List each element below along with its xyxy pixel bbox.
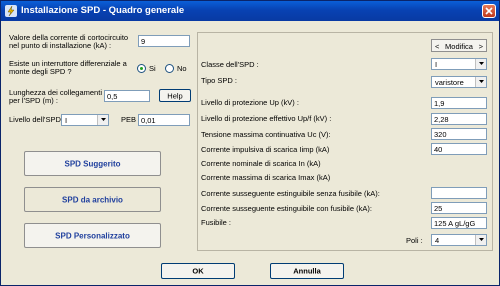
spd-suggerito-button[interactable]: SPD Suggerito [24,151,161,176]
ok-button-label: OK [192,266,204,276]
chevron-down-icon [479,80,484,83]
fusibile-label: Fusibile : [201,218,232,227]
up-label: Livello di protezione Up (kV) : [201,98,299,107]
uc-input[interactable]: 320 [431,128,487,140]
spd-archivio-button[interactable]: SPD da archivio [24,187,161,212]
radio-no-label: No [177,64,187,73]
upf-label: Livello di protezione effettivo Up/f (kV… [201,114,332,123]
upf-input[interactable]: 2,28 [431,113,487,125]
corrente-cortocircuito-input[interactable]: 9 [138,35,190,47]
lightning-icon [5,5,17,17]
poli-label: Poli : [406,236,423,245]
iimp-input[interactable]: 40 [431,143,487,155]
con-fusibile-input[interactable]: 25 [431,202,487,214]
radio-si[interactable] [137,64,146,73]
peb-label: PEB [121,115,137,124]
tipo-label: Tipo SPD : [201,76,237,85]
window-title: Installazione SPD - Quadro generale [21,5,185,16]
window: Installazione SPD - Quadro generale Valo… [0,0,500,286]
peb-input[interactable]: 0,01 [138,114,190,126]
title-bar: Installazione SPD - Quadro generale [1,1,499,21]
senza-fusibile-label: Corrente susseguente estinguibile senza … [201,189,380,198]
interruttore-label-line2: monte degli SPD ? [9,67,72,76]
radio-si-label: Si [149,64,156,73]
livello-select-value: I [65,116,68,125]
annulla-button[interactable]: Annulla [270,263,344,279]
classe-dropdown-arrow[interactable] [475,59,486,69]
classe-label: Classe dell'SPD : [201,60,259,69]
chevron-down-icon [479,62,484,65]
imax-label: Corrente massima di scarica Imax (kA) [201,173,331,182]
radio-no[interactable] [165,64,174,73]
classe-select-value: I [435,60,438,69]
spd-personalizzato-button[interactable]: SPD Personalizzato [24,223,161,248]
annulla-button-label: Annulla [293,266,321,276]
modifica-nav[interactable]: < Modifica > [431,39,487,52]
con-fusibile-label: Corrente susseguente estinguibile con fu… [201,204,372,213]
livello-select[interactable]: I [61,114,109,126]
close-button[interactable] [482,4,496,18]
spd-personalizzato-label: SPD Personalizzato [55,231,130,240]
ok-button[interactable]: OK [161,263,235,279]
chevron-down-icon [101,118,106,121]
tipo-select[interactable]: varistore [431,76,487,88]
senza-fusibile-input[interactable] [431,187,487,199]
classe-select[interactable]: I [431,58,487,70]
spd-suggerito-label: SPD Suggerito [64,159,121,168]
iimp-label: Corrente impulsiva di scarica Iimp (kA) [201,145,330,154]
poli-dropdown-arrow[interactable] [475,235,486,245]
spd-archivio-label: SPD da archivio [62,195,123,204]
fusibile-input[interactable]: 125 A gL/gG [431,217,487,229]
poli-select-value: 4 [435,236,440,245]
livello-dropdown-arrow[interactable] [97,115,108,125]
help-button-label: Help [167,91,183,100]
chevron-down-icon [479,238,484,241]
poli-select[interactable]: 4 [431,234,487,246]
lunghezza-label-line2: per l'SPD (m) : [9,96,58,105]
uc-label: Tensione massima continuativa Uc (V): [201,130,331,139]
in-label: Corrente nominale di scarica In (kA) [201,159,321,168]
tipo-dropdown-arrow[interactable] [475,77,486,87]
help-button[interactable]: Help [159,89,191,102]
lunghezza-input[interactable]: 0,5 [104,90,150,102]
livello-label: Livello dell'SPD [9,115,61,124]
close-icon [485,7,493,15]
up-input[interactable]: 1,9 [431,97,487,109]
next-button[interactable]: > [479,42,483,51]
corrente-label-line2: nel punto di installazione (kA) : [9,41,112,50]
tipo-select-value: varistore [435,78,464,87]
